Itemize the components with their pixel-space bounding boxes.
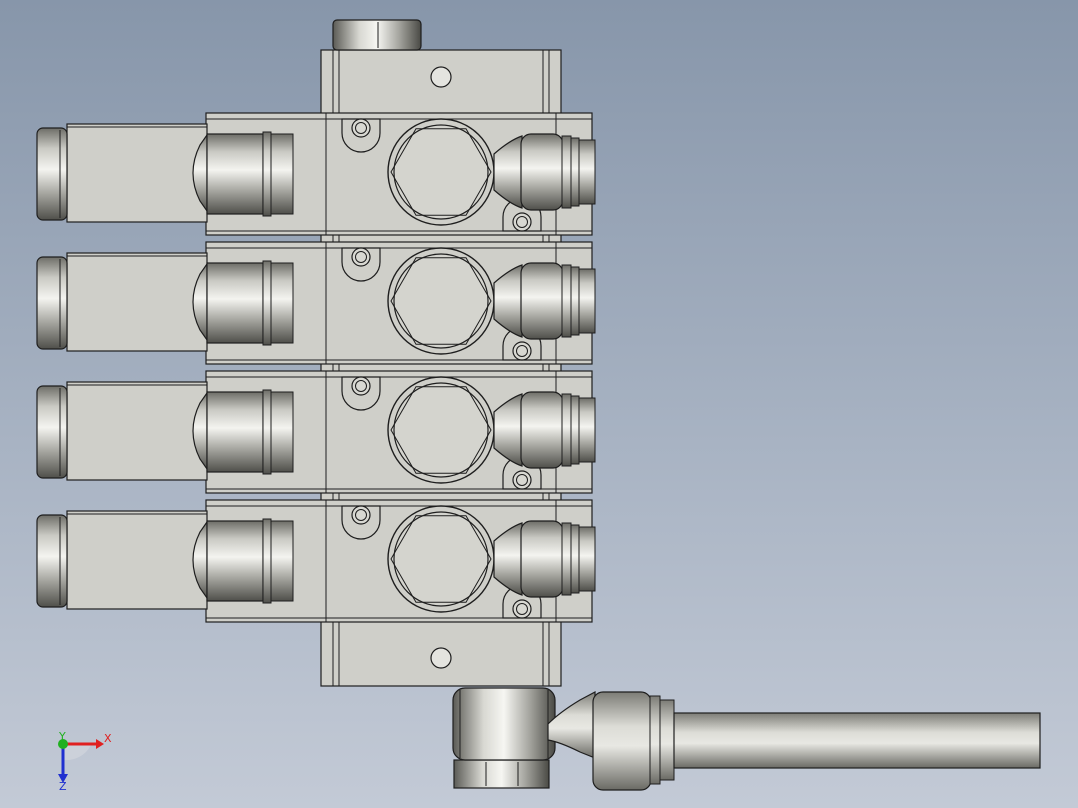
connector-cap <box>36 256 68 350</box>
mounting-screw <box>351 247 371 267</box>
mounting-screw <box>512 599 532 619</box>
solenoid-coil <box>66 381 208 481</box>
connector-cap <box>36 514 68 608</box>
mounting-screw <box>512 212 532 232</box>
connector-cap <box>36 127 68 221</box>
mounting-screw <box>512 341 532 361</box>
air-tube <box>673 712 1041 769</box>
coordinate-triad: X Y Z <box>58 730 112 793</box>
y-axis-label: Y <box>58 730 66 743</box>
cad-model-view[interactable]: X Y Z <box>0 0 1078 808</box>
x-axis-label: X <box>104 732 112 745</box>
push-in-fitting <box>520 520 564 598</box>
mounting-screw <box>351 118 371 138</box>
push-in-fitting <box>520 262 564 340</box>
solenoid-coil <box>66 252 208 352</box>
mounting-screw <box>351 505 371 525</box>
valve-station <box>36 499 596 623</box>
pilot-fitting <box>206 262 264 344</box>
push-in-fitting <box>520 133 564 211</box>
valve-station <box>36 112 596 236</box>
cad-viewport[interactable]: X Y Z <box>0 0 1078 808</box>
elbow-fitting <box>452 687 675 791</box>
pilot-fitting <box>206 391 264 473</box>
pilot-fitting <box>206 520 264 602</box>
solenoid-coil <box>66 510 208 610</box>
mounting-screw <box>351 376 371 396</box>
top-hex-nut <box>332 19 422 51</box>
solenoid-coil <box>66 123 208 223</box>
push-in-fitting <box>520 391 564 469</box>
valve-station <box>36 241 596 365</box>
pilot-fitting <box>206 133 264 215</box>
valve-station <box>36 370 596 494</box>
mounting-screw <box>512 470 532 490</box>
connector-cap <box>36 385 68 479</box>
z-axis-label: Z <box>59 780 67 793</box>
